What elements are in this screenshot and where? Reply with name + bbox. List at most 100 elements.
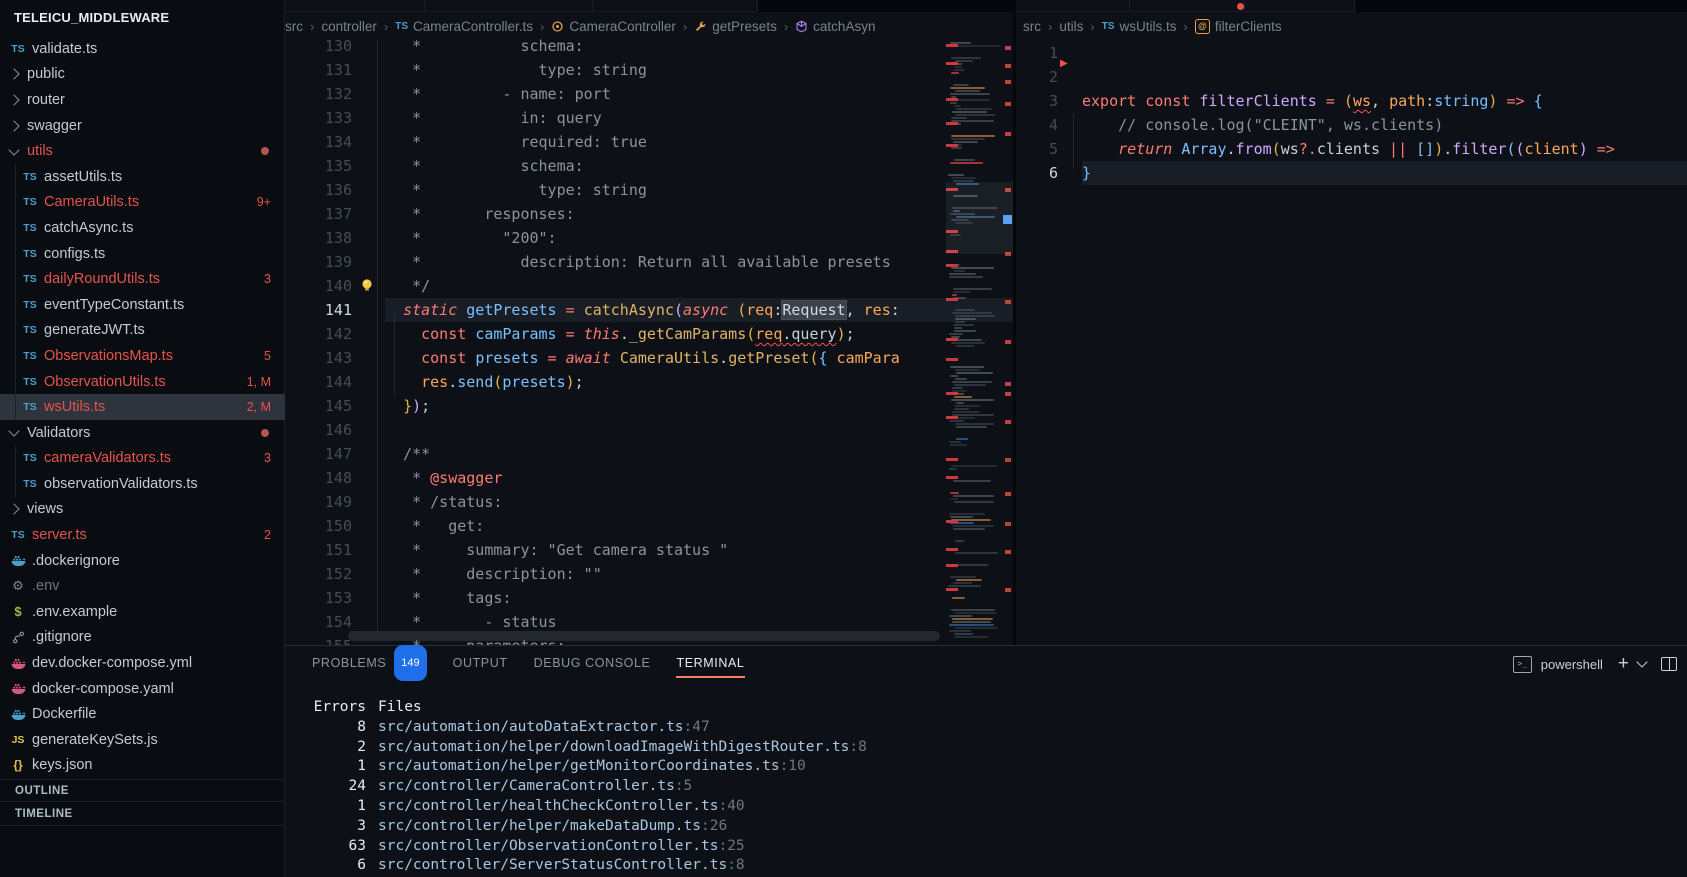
explorer-item[interactable]: router xyxy=(0,87,285,113)
explorer-item[interactable]: {}keys.json xyxy=(0,753,285,779)
code-line[interactable]: 139 * description: Return all available … xyxy=(285,250,1013,274)
code-line[interactable]: 153 * tags: xyxy=(285,586,1013,610)
code-editor-right[interactable]: 123export const filterClients = (ws, pat… xyxy=(1016,41,1687,645)
code-line[interactable]: 136 * type: string xyxy=(285,178,1013,202)
code-line[interactable]: 133 * in: query xyxy=(285,106,1013,130)
minimap-texture xyxy=(954,408,969,410)
code-line[interactable]: 137 * responses: xyxy=(285,202,1013,226)
code-line[interactable]: 147 /** xyxy=(285,442,1013,466)
code-line[interactable]: 131 * type: string xyxy=(285,58,1013,82)
powershell-terminal-icon: >_ xyxy=(1513,656,1532,673)
code-line[interactable]: 138 * "200": xyxy=(285,226,1013,250)
code-line[interactable]: 130 * schema: xyxy=(285,34,1013,58)
breadcrumb-item[interactable]: TSwsUtils.ts xyxy=(1102,19,1177,34)
explorer-item[interactable]: TSdailyRoundUtils.ts3 xyxy=(0,266,285,292)
minimap-texture xyxy=(951,399,993,401)
panel-tab-problems[interactable]: PROBLEMS149 xyxy=(312,646,427,680)
editor-tab[interactable] xyxy=(1130,0,1245,12)
explorer-item[interactable]: TSObservationsMap.ts5 xyxy=(0,343,285,369)
explorer-item[interactable]: Dockerfile xyxy=(0,701,285,727)
code-line[interactable]: 1 xyxy=(1016,41,1687,65)
explorer-item[interactable]: docker-compose.yaml xyxy=(0,676,285,702)
outline-section-header[interactable]: OUTLINE xyxy=(0,779,285,802)
explorer-item[interactable]: TSconfigs.ts xyxy=(0,241,285,267)
terminal-dropdown-chevron-icon[interactable] xyxy=(1636,656,1647,667)
breadcrumb-item[interactable]: utils xyxy=(1059,19,1083,34)
breadcrumb-item[interactable]: TSCameraController.ts xyxy=(395,19,533,34)
explorer-item[interactable]: TSvalidate.ts xyxy=(0,36,285,62)
minimap-texture xyxy=(954,396,972,398)
minimap[interactable] xyxy=(946,40,1002,640)
minimap-texture xyxy=(953,528,986,530)
code-line[interactable]: 4 // console.log("CLEINT", ws.clients) xyxy=(1016,113,1687,137)
minimap-error-mark xyxy=(946,264,958,267)
inline-marker-icon: ▶ xyxy=(1060,58,1068,69)
explorer-item[interactable]: .gitignore xyxy=(0,625,285,651)
explorer-item[interactable]: TSobservationValidators.ts xyxy=(0,471,285,497)
new-terminal-button[interactable]: + xyxy=(1618,653,1629,675)
breadcrumb-item[interactable]: @filterClients xyxy=(1195,19,1282,34)
breadcrumb-item[interactable]: CameraController xyxy=(551,19,676,34)
explorer-item[interactable]: TSassetUtils.ts xyxy=(0,164,285,190)
explorer-item[interactable]: TScameraValidators.ts3 xyxy=(0,446,285,472)
panel-tab-output[interactable]: OUTPUT xyxy=(453,646,508,680)
panel-tab-debug-console[interactable]: DEBUG CONSOLE xyxy=(534,646,651,680)
gutter-decoration xyxy=(352,322,385,346)
shell-name[interactable]: powershell xyxy=(1541,657,1603,672)
code-line[interactable]: 146 xyxy=(285,418,1013,442)
code-line[interactable]: 151 * summary: "Get camera status " xyxy=(285,538,1013,562)
explorer-item[interactable]: views xyxy=(0,497,285,523)
explorer-item[interactable]: utils xyxy=(0,138,285,164)
editor-tab[interactable] xyxy=(285,0,425,12)
horizontal-scrollbar[interactable] xyxy=(348,631,940,641)
breadcrumb-item[interactable]: src xyxy=(285,19,303,34)
code-line[interactable]: 152 * description: "" xyxy=(285,562,1013,586)
explorer-project-title[interactable]: TELEICU_MIDDLEWARE xyxy=(14,10,169,25)
breadcrumb-item[interactable]: getPresets xyxy=(694,19,777,34)
explorer-item[interactable]: ⚙.env xyxy=(0,573,285,599)
code-line[interactable]: 135 * schema: xyxy=(285,154,1013,178)
editor-tab[interactable] xyxy=(1245,0,1355,12)
code-line[interactable]: 150 * get: xyxy=(285,514,1013,538)
editor-tab[interactable] xyxy=(425,0,593,12)
breadcrumb-item[interactable]: controller xyxy=(321,19,377,34)
minimap-slider[interactable] xyxy=(946,182,1013,254)
code-line[interactable]: 149 * /status: xyxy=(285,490,1013,514)
explorer-item[interactable]: dev.docker-compose.yml xyxy=(0,650,285,676)
gutter-decoration xyxy=(352,298,385,322)
split-terminal-button[interactable] xyxy=(1661,657,1677,671)
code-line[interactable]: 134 * required: true xyxy=(285,130,1013,154)
timeline-section-header[interactable]: TIMELINE xyxy=(0,801,285,826)
explorer-item-label: keys.json xyxy=(32,757,92,773)
explorer-item[interactable]: swagger xyxy=(0,113,285,139)
explorer-item[interactable]: TScatchAsync.ts xyxy=(0,215,285,241)
explorer-item[interactable]: $.env.example xyxy=(0,599,285,625)
breadcrumb-item[interactable]: src xyxy=(1023,19,1041,34)
code-line[interactable]: 140 */ xyxy=(285,274,1013,298)
explorer-item[interactable]: TSserver.ts2 xyxy=(0,522,285,548)
editor-tab[interactable] xyxy=(1016,0,1130,12)
breadcrumb-item[interactable]: catchAsyn xyxy=(795,19,875,34)
explorer-item[interactable]: TSObservationUtils.ts1, M xyxy=(0,369,285,395)
code-line[interactable]: 3export const filterClients = (ws, path:… xyxy=(1016,89,1687,113)
terminal-error-row: 1src/controller/healthCheckController.ts… xyxy=(312,797,867,817)
explorer-item[interactable]: Validators xyxy=(0,420,285,446)
lightbulb-icon[interactable] xyxy=(360,278,374,293)
explorer-item[interactable]: TSwsUtils.ts2, M xyxy=(0,394,285,420)
explorer-item[interactable]: JSgenerateKeySets.js xyxy=(0,727,285,753)
explorer-item[interactable]: TSCameraUtils.ts9+ xyxy=(0,190,285,216)
problems-count-badge: 149 xyxy=(394,645,426,681)
indent-guide xyxy=(1073,113,1074,169)
editor-tab[interactable] xyxy=(593,0,758,12)
panel-tab-label: DEBUG CONSOLE xyxy=(534,646,651,680)
code-line[interactable]: 5 return Array.from(ws?.clients || []).f… xyxy=(1016,137,1687,161)
explorer-item[interactable]: public xyxy=(0,62,285,88)
code-line[interactable]: 132 * - name: port xyxy=(285,82,1013,106)
code-line[interactable]: 6} xyxy=(1016,161,1687,185)
panel-tab-terminal[interactable]: TERMINAL xyxy=(676,646,744,680)
explorer-item[interactable]: .dockerignore xyxy=(0,548,285,574)
code-line[interactable]: 148 * @swagger xyxy=(285,466,1013,490)
code-line[interactable]: 2 xyxy=(1016,65,1687,89)
explorer-item[interactable]: TSeventTypeConstant.ts xyxy=(0,292,285,318)
explorer-item[interactable]: TSgenerateJWT.ts xyxy=(0,318,285,344)
